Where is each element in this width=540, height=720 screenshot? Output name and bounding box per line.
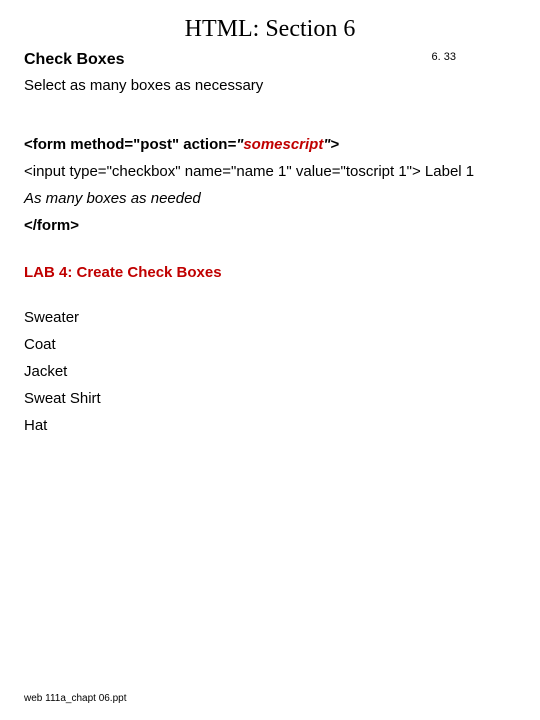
form-open-line: <form method="post" action="somescript"> xyxy=(24,136,516,153)
list-item: Hat xyxy=(24,417,516,434)
form-open-close: > xyxy=(330,136,339,153)
page-number: 6. 33 xyxy=(432,51,456,63)
input-code-line: <input type="checkbox" name="name 1" val… xyxy=(24,163,516,180)
note-line: As many boxes as needed xyxy=(24,190,516,207)
item-list: Sweater Coat Jacket Sweat Shirt Hat xyxy=(24,309,516,434)
list-item: Coat xyxy=(24,336,516,353)
form-open-script: somescript xyxy=(243,136,323,153)
lab-title: LAB 4: Create Check Boxes xyxy=(24,264,516,281)
header-row: Check Boxes 6. 33 xyxy=(24,51,516,69)
list-item: Sweat Shirt xyxy=(24,390,516,407)
list-item: Sweater xyxy=(24,309,516,326)
footer-filename: web 111a_chapt 06.ppt xyxy=(24,693,127,704)
form-open-part1: <form method="post" action xyxy=(24,136,227,153)
form-open-eq: = xyxy=(227,136,236,153)
list-item: Jacket xyxy=(24,363,516,380)
form-close-line: </form> xyxy=(24,217,516,234)
select-instruction: Select as many boxes as necessary xyxy=(24,77,516,94)
page-title: HTML: Section 6 xyxy=(24,16,516,43)
